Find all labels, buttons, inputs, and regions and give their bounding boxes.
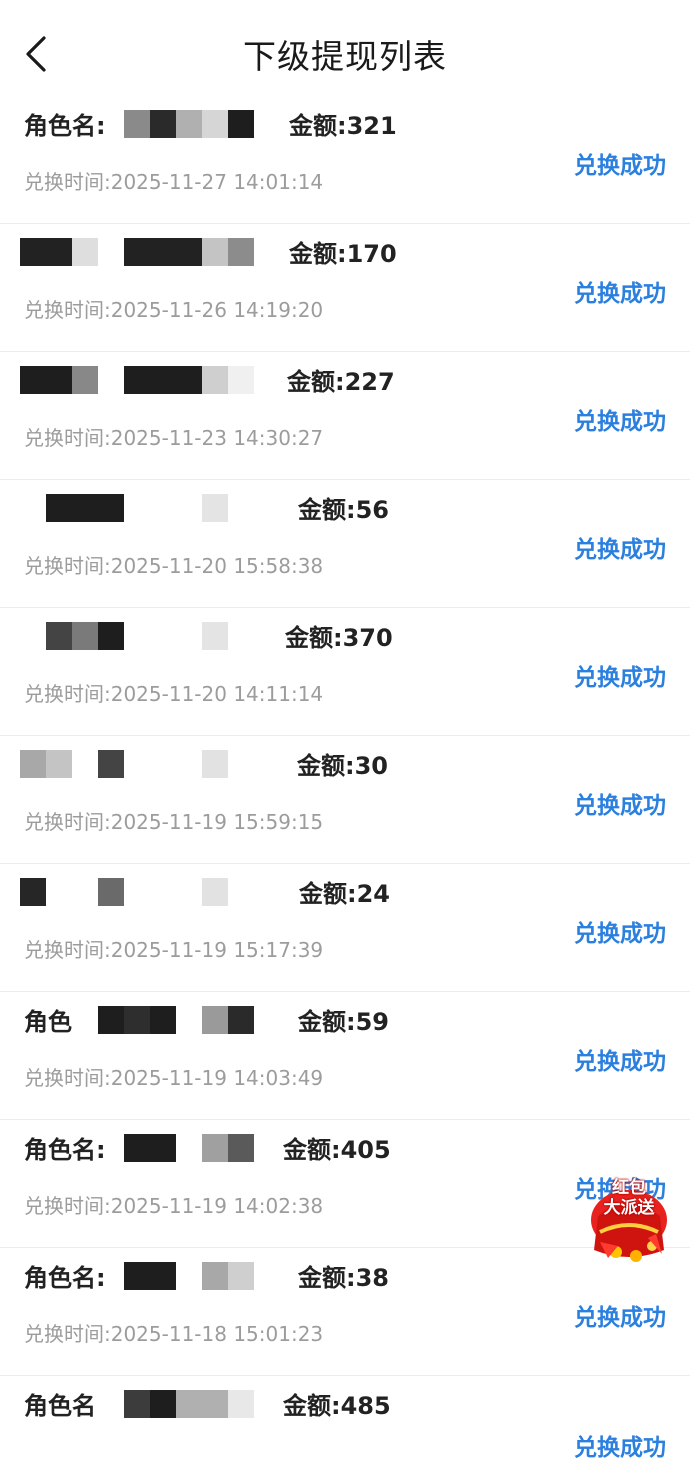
redacted-name-mask	[98, 1006, 254, 1034]
role-name: 角色名	[24, 1392, 96, 1420]
amount-label: 金额:321	[289, 112, 397, 140]
red-packet-promo-button[interactable]: 红包 大派送	[586, 1172, 672, 1264]
status-label[interactable]: 兑换成功	[574, 146, 666, 180]
status-label[interactable]: 兑换成功	[574, 1042, 666, 1076]
list-item: 角色 金额:59 兑换时间:2025-11-19 14:03:49 兑换成功	[0, 992, 690, 1120]
redacted-name-mask	[46, 622, 228, 650]
exchange-time: 兑换时间:2025-11-26 14:19:20	[24, 298, 324, 322]
exchange-time: 兑换时间:2025-11-20 15:58:38	[24, 554, 324, 578]
red-packet-subtitle: 大派送	[603, 1198, 655, 1218]
status-label[interactable]: 兑换成功	[574, 274, 666, 308]
amount-label: 金额:370	[285, 624, 393, 652]
redacted-name-mask	[124, 1134, 254, 1162]
redacted-name-mask	[20, 878, 228, 906]
redacted-name-mask	[20, 366, 254, 394]
page-title: 下级提现列表	[243, 37, 447, 76]
page: 下级提现列表 角色名: 金额:321 兑换时间:2025-11-27 14:01…	[0, 0, 690, 1461]
red-packet-title: 红包	[612, 1178, 646, 1198]
amount-label: 金额:59	[298, 1008, 389, 1036]
redacted-name-mask	[46, 494, 228, 522]
amount-label: 金额:405	[283, 1136, 391, 1164]
amount-label: 金额:227	[287, 368, 395, 396]
exchange-time: 兑换时间:2025-11-19 14:02:38	[24, 1194, 324, 1218]
amount-label: 金额:485	[283, 1392, 391, 1420]
list-item: 金额:170 兑换时间:2025-11-26 14:19:20 兑换成功	[0, 224, 690, 352]
amount-label: 金额:30	[297, 752, 388, 780]
redacted-name-mask	[124, 110, 254, 138]
status-label[interactable]: 兑换成功	[574, 530, 666, 564]
amount-label: 金额:38	[298, 1264, 389, 1292]
status-label[interactable]: 兑换成功	[574, 1428, 666, 1461]
amount-label: 金额:24	[299, 880, 390, 908]
list-item: 角色名: 金额:321 兑换时间:2025-11-27 14:01:14 兑换成…	[0, 96, 690, 224]
exchange-time: 兑换时间:2025-11-19 15:59:15	[24, 810, 324, 834]
exchange-time: 兑换时间:2025-11-18 15:01:23	[24, 1322, 324, 1346]
redacted-name-mask	[20, 238, 254, 266]
redacted-name-mask	[20, 750, 228, 778]
redacted-name-mask	[98, 1390, 254, 1418]
exchange-time: 兑换时间:2025-11-19 14:03:49	[24, 1066, 324, 1090]
redacted-name-mask	[124, 1262, 254, 1290]
role-name: 角色名:	[24, 112, 106, 140]
status-label[interactable]: 兑换成功	[574, 914, 666, 948]
list-item: 金额:370 兑换时间:2025-11-20 14:11:14 兑换成功	[0, 608, 690, 736]
list-item: 金额:30 兑换时间:2025-11-19 15:59:15 兑换成功	[0, 736, 690, 864]
exchange-time: 兑换时间:2025-11-23 14:30:27	[24, 426, 324, 450]
status-label[interactable]: 兑换成功	[574, 1298, 666, 1332]
exchange-time: 兑换时间:2025-11-20 14:11:14	[24, 682, 324, 706]
exchange-time: 兑换时间:2025-11-27 14:01:14	[24, 170, 324, 194]
list-item: 金额:24 兑换时间:2025-11-19 15:17:39 兑换成功	[0, 864, 690, 992]
status-label[interactable]: 兑换成功	[574, 402, 666, 436]
role-name: 角色	[24, 1008, 72, 1036]
status-label[interactable]: 兑换成功	[574, 658, 666, 692]
amount-label: 金额:170	[289, 240, 397, 268]
list-item: 金额:56 兑换时间:2025-11-20 15:58:38 兑换成功	[0, 480, 690, 608]
top-bar: 下级提现列表	[0, 0, 690, 104]
list-item: 角色名: 金额:38 兑换时间:2025-11-18 15:01:23 兑换成功	[0, 1248, 690, 1376]
list-item: 角色名 金额:485 兑换成功	[0, 1376, 690, 1461]
list-item: 金额:227 兑换时间:2025-11-23 14:30:27 兑换成功	[0, 352, 690, 480]
role-name: 角色名:	[24, 1264, 106, 1292]
status-label[interactable]: 兑换成功	[574, 786, 666, 820]
role-name: 角色名:	[24, 1136, 106, 1164]
amount-label: 金额:56	[298, 496, 389, 524]
exchange-time: 兑换时间:2025-11-19 15:17:39	[24, 938, 324, 962]
